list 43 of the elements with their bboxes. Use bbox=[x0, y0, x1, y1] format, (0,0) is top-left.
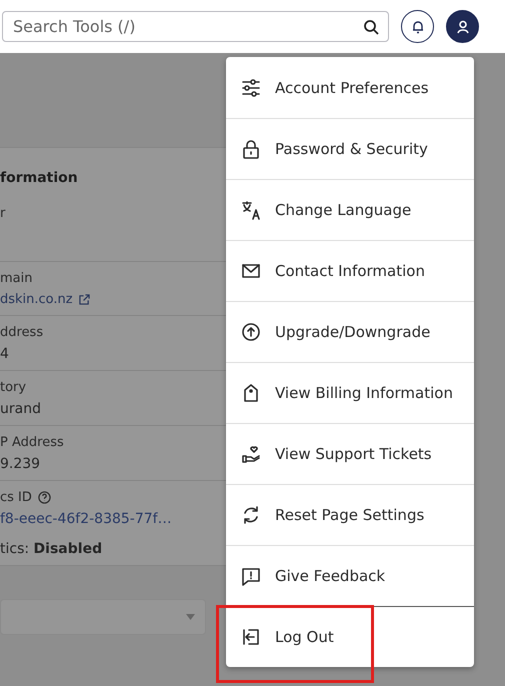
menu-item[interactable]: View Billing Information bbox=[226, 362, 474, 423]
hand-heart-icon bbox=[241, 444, 261, 464]
analytics-id: f8-eeec-46f2-8385-77f… bbox=[0, 511, 173, 527]
feedback-icon bbox=[241, 566, 261, 586]
field-label: r bbox=[0, 206, 6, 221]
refresh-icon bbox=[241, 505, 261, 525]
menu-item[interactable]: View Support Tickets bbox=[226, 423, 474, 484]
account-button[interactable] bbox=[446, 10, 479, 43]
notifications-button[interactable] bbox=[401, 10, 434, 43]
menu-item[interactable]: Password & Security bbox=[226, 118, 474, 179]
logout-icon bbox=[241, 627, 261, 647]
field-label: tory bbox=[0, 380, 26, 395]
dropdown-field[interactable] bbox=[0, 599, 206, 635]
sliders-icon bbox=[241, 78, 261, 98]
upload-circle-icon bbox=[241, 322, 261, 342]
bell-icon bbox=[410, 20, 424, 34]
search-field[interactable]: Search Tools (/) bbox=[2, 11, 389, 42]
section-title: formation bbox=[0, 169, 79, 186]
lock-icon bbox=[241, 139, 261, 159]
field-label: ddress bbox=[0, 325, 44, 340]
menu-item[interactable]: Log Out bbox=[226, 606, 474, 667]
analytics-status: tics: Disabled bbox=[0, 540, 104, 557]
field-value: 4 bbox=[0, 346, 10, 362]
menu-item[interactable]: Give Feedback bbox=[226, 545, 474, 606]
menu-item[interactable]: Contact Information bbox=[226, 240, 474, 301]
field-label: cs ID bbox=[0, 490, 32, 505]
field-label: main bbox=[0, 271, 32, 286]
external-link-icon bbox=[78, 294, 90, 305]
field-label: P Address bbox=[0, 435, 64, 450]
menu-item[interactable]: Change Language bbox=[226, 179, 474, 240]
website-link[interactable]: dskin.co.nz bbox=[0, 292, 73, 307]
search-icon bbox=[363, 19, 379, 35]
menu-item[interactable]: Upgrade/Downgrade bbox=[226, 301, 474, 362]
translate-icon bbox=[241, 200, 261, 220]
menu-item[interactable]: Reset Page Settings bbox=[226, 484, 474, 545]
menu-item[interactable]: Account Preferences bbox=[226, 57, 474, 118]
field-value: urand bbox=[0, 401, 42, 417]
envelope-icon bbox=[241, 261, 261, 281]
user-icon bbox=[456, 20, 470, 34]
tag-icon bbox=[241, 383, 261, 403]
help-icon bbox=[38, 491, 51, 504]
caret-icon bbox=[186, 614, 195, 620]
field-value: 9.239 bbox=[0, 456, 42, 472]
